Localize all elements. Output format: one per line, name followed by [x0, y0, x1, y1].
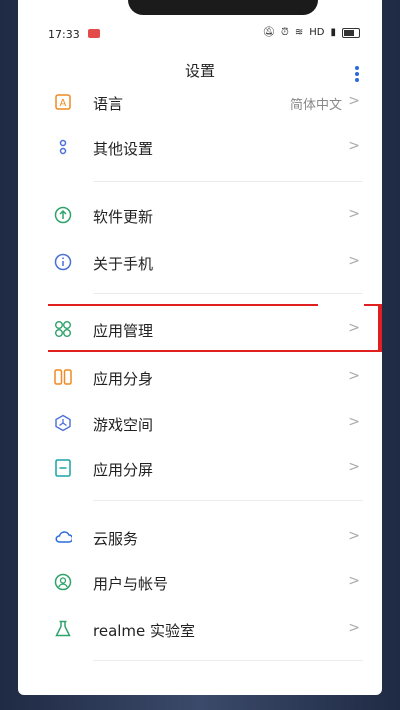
settings-item-game-space[interactable]: 游戏空间 >: [18, 400, 382, 446]
wifi-icon: ≋: [294, 27, 304, 38]
chevron-right-icon: >: [348, 253, 360, 269]
settings-item-label: 应用分身: [93, 370, 154, 388]
cloud-icon: [54, 528, 72, 546]
camera-notch: [128, 0, 318, 15]
settings-item-lab[interactable]: realme 实验室 >: [18, 606, 382, 652]
split-screen-icon: [54, 459, 72, 477]
app-clone-icon: [54, 368, 72, 386]
chevron-right-icon: >: [348, 414, 360, 430]
chevron-right-icon: >: [348, 93, 360, 109]
battery-icon: [342, 27, 360, 38]
chevron-right-icon: >: [348, 368, 360, 384]
settings-item-label: 软件更新: [93, 208, 154, 226]
chevron-right-icon: >: [348, 528, 360, 544]
settings-item-about[interactable]: 关于手机 >: [18, 239, 382, 285]
chevron-right-icon: >: [348, 206, 360, 222]
status-icons: 🔕︎ ⏰︎ ≋ HD ▮: [262, 27, 360, 38]
alarm-icon: ⏰︎: [281, 27, 289, 38]
game-space-icon: [54, 414, 72, 432]
status-time: 17:33: [48, 28, 80, 41]
lab-icon: [54, 620, 72, 638]
settings-item-value: 简体中文: [289, 98, 342, 113]
update-icon: [54, 206, 72, 224]
section-divider: [93, 660, 363, 661]
settings-item-user-account[interactable]: 用户与帐号 >: [18, 559, 382, 605]
user-account-icon: [54, 573, 72, 591]
page-title: 设置: [184, 62, 215, 80]
settings-item-label: 应用分屏: [93, 461, 154, 479]
silent-icon: 🔕︎: [262, 27, 276, 38]
settings-item-label: 关于手机: [93, 255, 154, 273]
settings-item-app-clone[interactable]: 应用分身 >: [18, 354, 382, 400]
info-icon: [54, 253, 72, 271]
network-label: HD: [309, 27, 325, 38]
status-bar: 17:33 🔕︎ ⏰︎ ≋ HD ▮: [18, 22, 382, 46]
settings-item-update[interactable]: 软件更新 >: [18, 192, 382, 238]
phone-screen: 17:33 🔕︎ ⏰︎ ≋ HD ▮ 设置 A 语言 简体中文 > 其他设置 >: [18, 0, 382, 695]
svg-text:A: A: [60, 98, 67, 109]
settings-item-other[interactable]: 其他设置 >: [18, 124, 382, 170]
chevron-right-icon: >: [348, 459, 360, 475]
screen-record-icon: [88, 29, 100, 38]
more-settings-icon: [54, 138, 72, 156]
settings-item-label: 游戏空间: [93, 416, 154, 434]
settings-item-split-screen[interactable]: 应用分屏 >: [18, 445, 382, 491]
settings-item-label: 其他设置: [93, 140, 154, 158]
highlight-gap: [318, 294, 364, 308]
section-divider: [93, 181, 363, 182]
settings-item-label: realme 实验室: [93, 622, 196, 640]
chevron-right-icon: >: [348, 138, 360, 154]
settings-item-cloud[interactable]: 云服务 >: [18, 514, 382, 560]
settings-item-label: 语言: [93, 95, 124, 113]
settings-item-language[interactable]: A 语言 简体中文 >: [18, 79, 382, 125]
chevron-right-icon: >: [348, 620, 360, 636]
highlight-box: [48, 304, 382, 352]
section-divider: [93, 500, 363, 501]
signal-icon: ▮: [330, 27, 336, 38]
settings-item-label: 用户与帐号: [93, 575, 169, 593]
language-icon: A: [54, 93, 72, 111]
chevron-right-icon: >: [348, 573, 360, 589]
settings-item-label: 云服务: [93, 530, 139, 548]
